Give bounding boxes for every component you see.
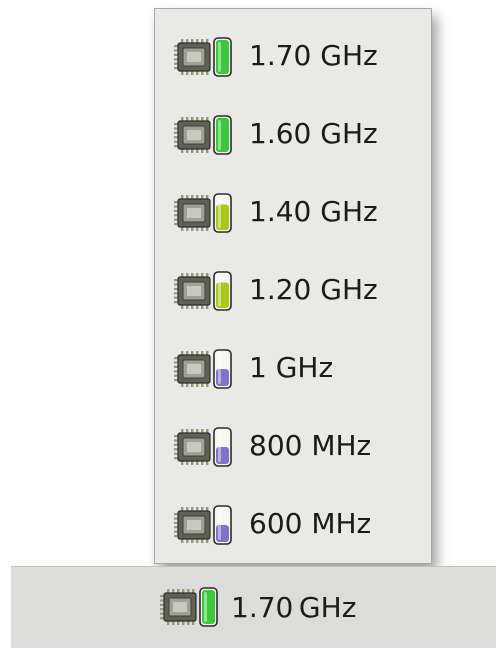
cpu-frequency-menu: 1.70 GHz 1.60 GHz 1.40 GHz 1.20 GHz 1 GH… (154, 8, 432, 564)
menu-item-freq-6[interactable]: 600 MHz (155, 489, 431, 559)
menu-item-label: 1.20 GHz (249, 273, 378, 306)
menu-item-label: 1 GHz (249, 351, 334, 384)
cpu-frequency-icon (174, 505, 232, 545)
menu-item-freq-4[interactable]: 1 GHz (155, 333, 431, 403)
cpu-frequency-icon (174, 427, 232, 467)
menu-item-label: 1.70 GHz (249, 39, 378, 72)
cpu-frequency-icon (174, 37, 232, 77)
menu-item-label: 1.40 GHz (249, 195, 378, 228)
menu-item-label: 600 MHz (249, 507, 372, 540)
cpu-frequency-icon (160, 587, 218, 627)
menu-item-freq-2[interactable]: 1.40 GHz (155, 177, 431, 247)
menu-item-freq-3[interactable]: 1.20 GHz (155, 255, 431, 325)
cpu-frequency-icon (174, 115, 232, 155)
cpu-frequency-icon (174, 193, 232, 233)
bottom-panel: 1.70 GHz (11, 566, 496, 648)
cpu-frequency-applet[interactable]: 1.70 GHz (151, 585, 401, 631)
cpu-frequency-icon (174, 271, 232, 311)
menu-item-label: 1.60 GHz (249, 117, 378, 150)
menu-item-freq-0[interactable]: 1.70 GHz (155, 21, 431, 91)
cpu-frequency-icon (174, 349, 232, 389)
menu-item-freq-1[interactable]: 1.60 GHz (155, 99, 431, 169)
current-frequency-label: 1.70 GHz (231, 591, 357, 624)
menu-item-freq-5[interactable]: 800 MHz (155, 411, 431, 481)
menu-item-label: 800 MHz (249, 429, 372, 462)
